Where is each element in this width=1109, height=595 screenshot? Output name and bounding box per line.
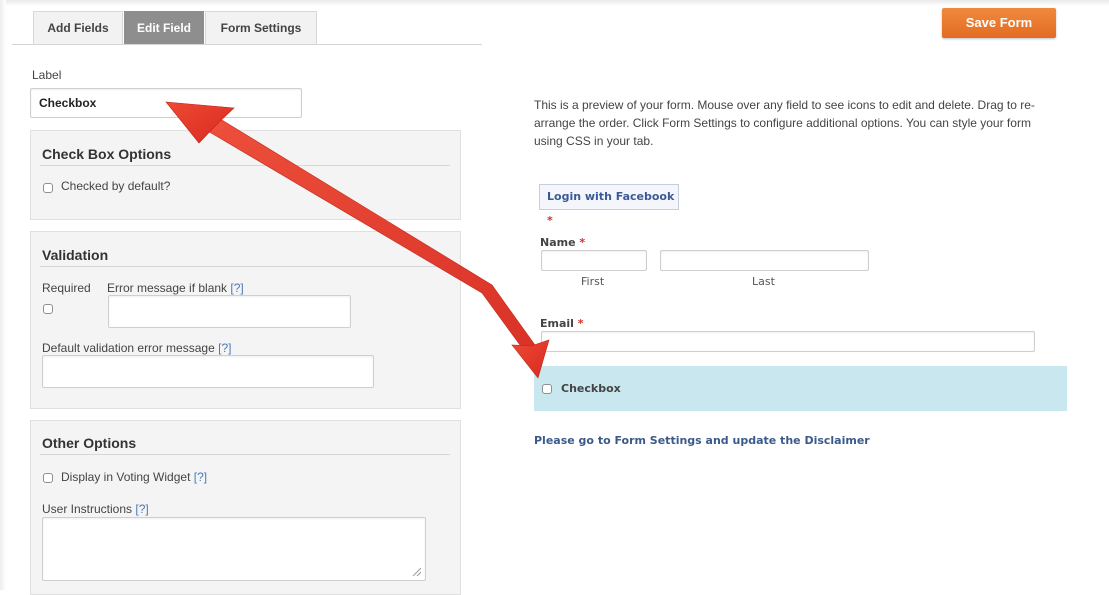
voting-widget-help-link[interactable]: [?] xyxy=(194,470,207,484)
required-mark: * xyxy=(547,214,553,227)
validation-panel: Validation Required Error message if bla… xyxy=(30,231,461,409)
email-field-label: Email * xyxy=(540,317,584,330)
label-caption: Label xyxy=(32,68,62,82)
voting-widget-label: Display in Voting Widget [?] xyxy=(61,470,207,484)
facebook-button-label: Login with Facebook xyxy=(547,190,675,203)
top-shadow xyxy=(0,0,1109,6)
user-instructions-textarea[interactable] xyxy=(42,517,426,581)
last-sublabel: Last xyxy=(752,275,775,288)
disclaimer-link[interactable]: Please go to Form Settings and update th… xyxy=(534,434,870,447)
label-input[interactable]: Checkbox xyxy=(30,88,302,118)
error-blank-text: Error message if blank xyxy=(107,281,228,295)
email-label-text: Email xyxy=(540,317,574,330)
panel-divider xyxy=(40,165,450,166)
default-error-label: Default validation error message [?] xyxy=(42,341,231,355)
tab-edit-field[interactable]: Edit Field xyxy=(124,11,204,44)
first-name-input[interactable] xyxy=(541,250,647,271)
preview-checkbox-label: Checkbox xyxy=(561,382,621,395)
checked-by-default-label: Checked by default? xyxy=(61,179,171,193)
resize-grip-icon[interactable] xyxy=(411,566,421,576)
error-blank-help-link[interactable]: [?] xyxy=(230,281,243,295)
required-mark: * xyxy=(579,236,586,249)
tab-add-fields[interactable]: Add Fields xyxy=(33,11,123,44)
user-instructions-text: User Instructions xyxy=(42,502,133,516)
email-input[interactable] xyxy=(541,331,1035,352)
error-blank-input[interactable] xyxy=(108,295,351,328)
required-label: Required xyxy=(42,281,91,295)
name-field-label: Name * xyxy=(540,236,585,249)
checkbox-options-panel: Check Box Options Checked by default? xyxy=(30,130,461,220)
preview-intro-text: This is a preview of your form. Mouse ov… xyxy=(534,98,1035,148)
name-label-text: Name xyxy=(540,236,576,249)
voting-widget-checkbox[interactable] xyxy=(43,473,53,483)
error-blank-label: Error message if blank [?] xyxy=(107,281,244,295)
other-options-panel: Other Options Display in Voting Widget [… xyxy=(30,420,461,595)
preview-checkbox[interactable] xyxy=(542,384,552,394)
checkbox-options-title: Check Box Options xyxy=(42,146,172,162)
login-with-facebook-button[interactable]: Login with Facebook * xyxy=(539,184,679,227)
first-sublabel: First xyxy=(581,275,605,288)
last-name-input[interactable] xyxy=(660,250,869,271)
default-error-text: Default validation error message xyxy=(42,341,215,355)
panel-divider xyxy=(40,454,450,455)
required-checkbox[interactable] xyxy=(43,304,53,314)
left-shadow xyxy=(0,0,6,590)
tab-divider xyxy=(12,44,482,45)
default-error-help-link[interactable]: [?] xyxy=(218,341,231,355)
panel-divider xyxy=(40,266,450,267)
user-instructions-label: User Instructions [?] xyxy=(42,502,149,516)
voting-widget-text: Display in Voting Widget xyxy=(61,470,191,484)
required-mark: * xyxy=(577,317,584,330)
tab-form-settings[interactable]: Form Settings xyxy=(205,11,317,44)
default-error-input[interactable] xyxy=(42,355,374,388)
checkbox-field-preview[interactable]: Checkbox xyxy=(534,366,1067,411)
validation-title: Validation xyxy=(42,247,109,263)
checked-by-default-checkbox[interactable] xyxy=(43,183,53,193)
user-instructions-help-link[interactable]: [?] xyxy=(135,502,148,516)
save-form-button[interactable]: Save Form xyxy=(942,8,1056,38)
other-options-title: Other Options xyxy=(42,435,137,451)
